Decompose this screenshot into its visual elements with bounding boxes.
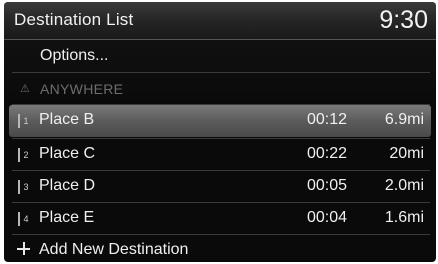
destination-time: 00:22 xyxy=(307,145,348,162)
destination-row-place-b[interactable]: 1 Place B 00:12 6.9mi xyxy=(9,105,431,137)
waypoint-number-icon: 1 xyxy=(18,114,32,128)
destination-distance: 20mi xyxy=(389,145,424,162)
add-destination-label: Add New Destination xyxy=(39,241,189,258)
waypoint-number-icon: 2 xyxy=(18,148,32,162)
plus-icon xyxy=(16,240,32,256)
destination-row-place-c[interactable]: 2 Place C 00:22 20mi xyxy=(4,139,436,171)
destination-name: Place C xyxy=(39,145,96,162)
destination-distance: 6.9mi xyxy=(384,111,424,128)
waypoint-number-icon: 4 xyxy=(18,212,32,226)
page-title: Destination List xyxy=(14,10,134,29)
warning-triangle-icon: ⚠ xyxy=(20,83,30,95)
destination-time: 00:12 xyxy=(307,111,348,128)
destination-name: Place E xyxy=(39,209,95,226)
destination-name: Place B xyxy=(39,111,95,128)
destination-time: 00:05 xyxy=(307,177,348,194)
anywhere-label: ANYWHERE xyxy=(40,81,124,97)
clock: 9:30 xyxy=(379,6,428,34)
destination-time: 00:04 xyxy=(307,209,348,226)
waypoint-number-icon: 3 xyxy=(18,180,32,194)
add-new-destination-button[interactable]: Add New Destination xyxy=(4,235,436,262)
destination-distance: 1.6mi xyxy=(384,209,424,226)
destination-row-place-d[interactable]: 3 Place D 00:05 2.0mi xyxy=(4,171,436,203)
header-bar: Destination List 9:30 xyxy=(4,2,436,40)
options-menu-item[interactable]: Options... xyxy=(4,40,436,72)
nav-screen: Destination List 9:30 Options... ⚠ ANYWH… xyxy=(4,2,436,262)
anywhere-item: ⚠ ANYWHERE xyxy=(4,73,436,105)
destination-name: Place D xyxy=(39,177,96,194)
options-label: Options... xyxy=(40,47,109,64)
destination-distance: 2.0mi xyxy=(384,177,424,194)
destination-row-place-e[interactable]: 4 Place E 00:04 1.6mi xyxy=(4,203,436,235)
